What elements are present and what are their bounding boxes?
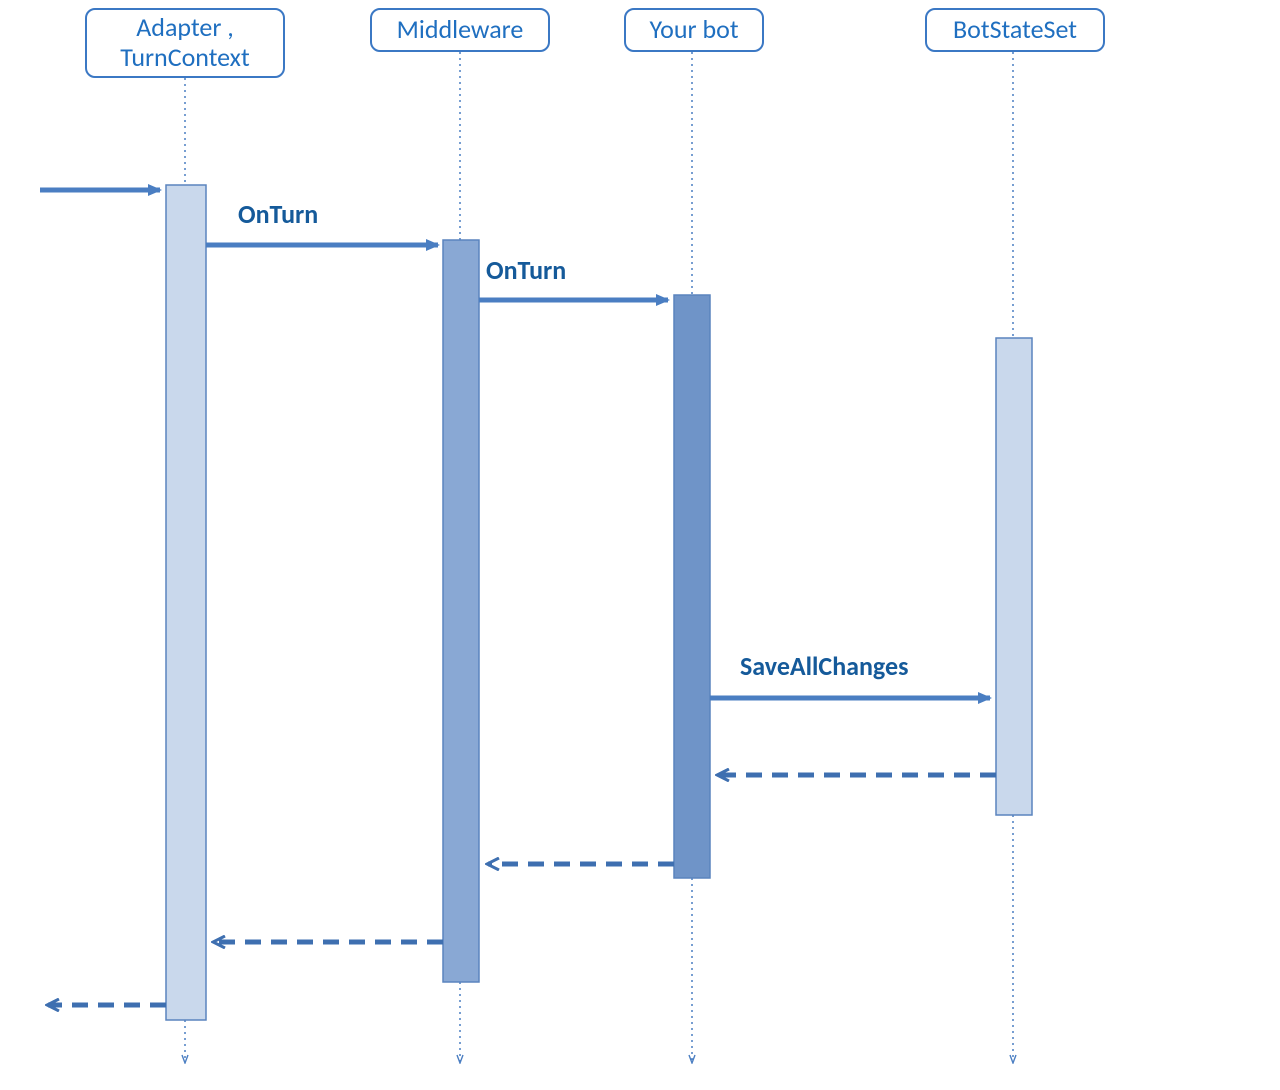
activation-state [996,338,1032,815]
activation-bot [674,295,710,878]
diagram-lines [0,0,1280,1090]
activation-middleware [443,240,479,982]
sequence-diagram: Adapter , TurnContext Middleware Your bo… [0,0,1280,1090]
activation-adapter [166,185,206,1020]
